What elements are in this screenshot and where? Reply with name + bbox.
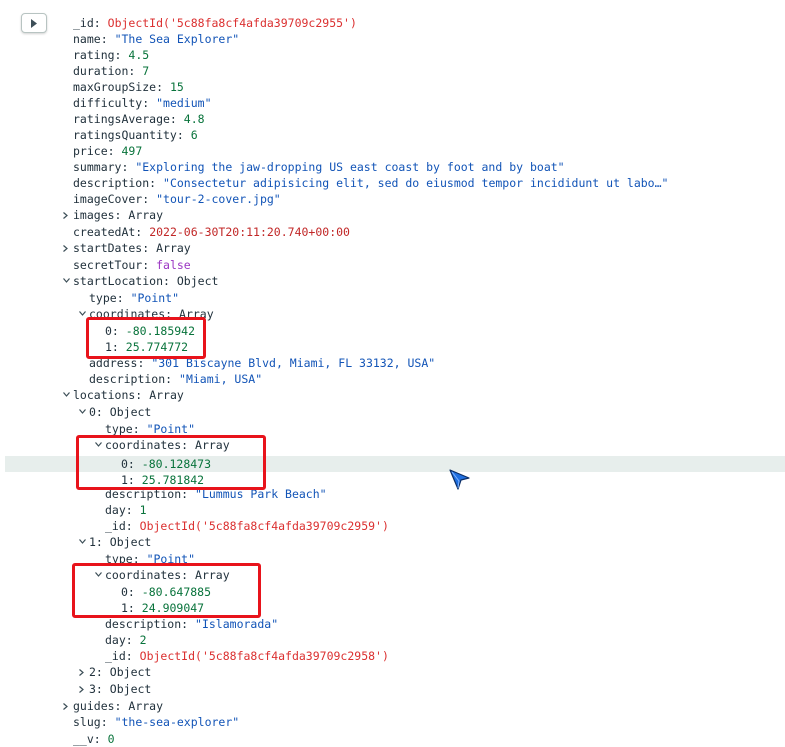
location-1-day[interactable]: day: 2 [105, 632, 147, 648]
field-image-cover[interactable]: imageCover: "tour-2-cover.jpg" [73, 191, 281, 207]
field-locations[interactable]: locations: Array [63, 387, 184, 403]
chevron-right-icon[interactable] [61, 240, 71, 256]
chevron-right-icon[interactable] [61, 207, 71, 223]
location-0-id[interactable]: _id: ObjectId('5c88fa8cf4afda39709c2959'… [105, 518, 389, 534]
field-guides[interactable]: guides: Array [63, 698, 163, 714]
chevron-right-icon[interactable] [77, 664, 87, 680]
chevron-down-icon[interactable] [77, 534, 87, 550]
field-ratings-average[interactable]: ratingsAverage: 4.8 [73, 111, 205, 127]
location-item-1[interactable]: 1: Object [79, 534, 151, 550]
field-images[interactable]: images: Array [63, 207, 163, 223]
field-start-location-type[interactable]: type: "Point" [89, 290, 179, 306]
field-rating[interactable]: rating: 4.5 [73, 47, 149, 63]
field-secret-tour[interactable]: secretTour: false [73, 257, 191, 273]
field-slug[interactable]: slug: "the-sea-explorer" [73, 714, 239, 730]
mouse-cursor-icon [449, 469, 470, 490]
field-name[interactable]: name: "The Sea Explorer" [73, 31, 239, 47]
field-id[interactable]: _id: ObjectId('5c88fa8cf4afda39709c2955'… [73, 15, 357, 31]
field-start-location-description[interactable]: description: "Miami, USA" [89, 371, 262, 387]
location-item-2[interactable]: 2: Object [79, 664, 151, 680]
field-ratings-quantity[interactable]: ratingsQuantity: 6 [73, 127, 198, 143]
location-0-day[interactable]: day: 1 [105, 502, 147, 518]
field-duration[interactable]: duration: 7 [73, 63, 149, 79]
field-difficulty[interactable]: difficulty: "medium" [73, 95, 212, 111]
field-summary[interactable]: summary: "Exploring the jaw-dropping US … [73, 159, 565, 175]
annotation-box-location-1-coordinates [72, 563, 261, 618]
field-start-dates[interactable]: startDates: Array [63, 240, 191, 256]
field-created-at[interactable]: createdAt: 2022-06-30T20:11:20.740+00:00 [73, 224, 350, 240]
chevron-down-icon[interactable] [61, 387, 71, 403]
field-max-group-size[interactable]: maxGroupSize: 15 [73, 79, 184, 95]
annotation-box-start-coordinates [86, 317, 206, 359]
field-price[interactable]: price: 497 [73, 143, 142, 159]
field-description[interactable]: description: "Consectetur adipisicing el… [73, 175, 668, 191]
chevron-down-icon[interactable] [77, 404, 87, 420]
chevron-right-icon[interactable] [77, 681, 87, 697]
field-start-location[interactable]: startLocation: Object [63, 273, 218, 289]
location-1-description[interactable]: description: "Islamorada" [105, 616, 278, 632]
chevron-down-icon[interactable] [61, 273, 71, 289]
location-item-3[interactable]: 3: Object [79, 681, 151, 697]
annotation-box-location-0-coordinates [76, 435, 266, 490]
expand-document-button[interactable] [21, 13, 47, 33]
caret-right-icon [31, 19, 37, 28]
chevron-right-icon[interactable] [61, 698, 71, 714]
location-1-id[interactable]: _id: ObjectId('5c88fa8cf4afda39709c2958'… [105, 648, 389, 664]
location-item-0[interactable]: 0: Object [79, 404, 151, 420]
